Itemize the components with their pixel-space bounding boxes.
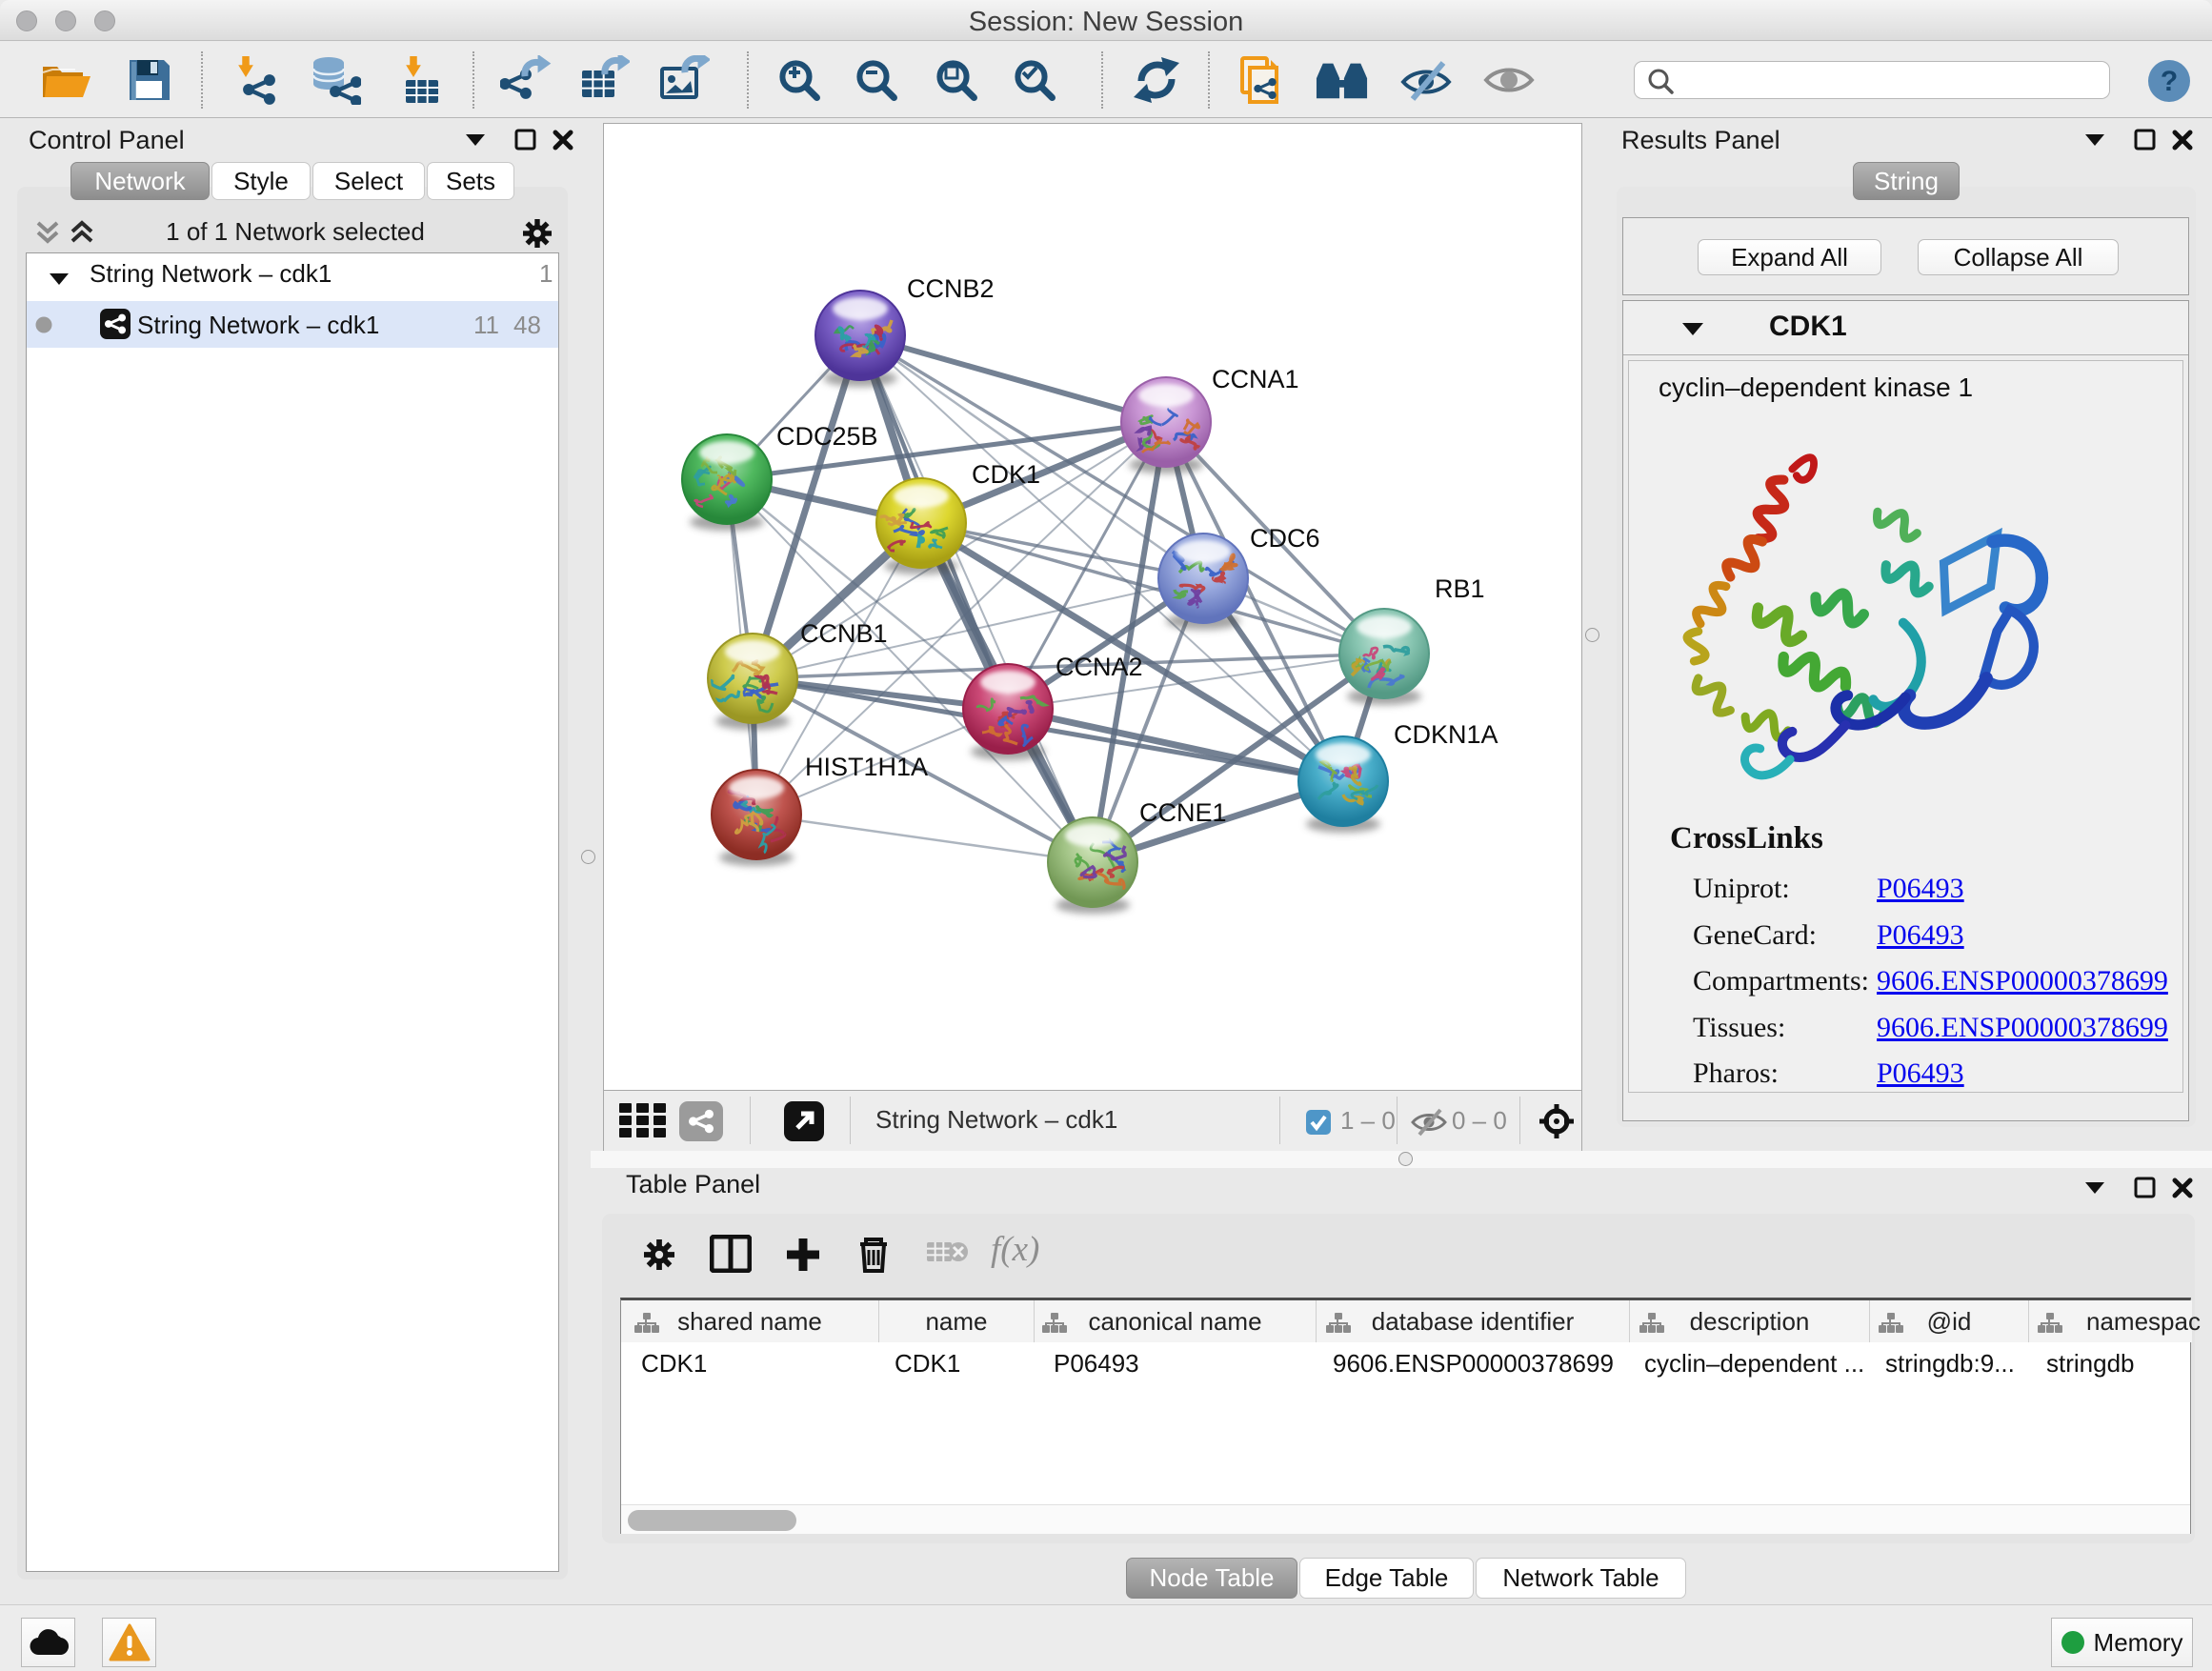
svg-text:CDKN1A: CDKN1A <box>1394 720 1498 749</box>
svg-text:CDC25B: CDC25B <box>776 422 878 451</box>
svg-text:HIST1H1A: HIST1H1A <box>805 753 928 781</box>
svg-text:CCNA1: CCNA1 <box>1212 365 1299 393</box>
svg-text:CDK1: CDK1 <box>972 460 1040 489</box>
svg-text:RB1: RB1 <box>1435 574 1485 603</box>
svg-text:?: ? <box>2161 66 2178 97</box>
svg-text:CCNB2: CCNB2 <box>907 274 995 303</box>
svg-text:CDC6: CDC6 <box>1250 524 1320 553</box>
svg-text:CCNB1: CCNB1 <box>800 619 888 648</box>
svg-text:CCNE1: CCNE1 <box>1139 798 1227 827</box>
svg-text:CCNA2: CCNA2 <box>1056 653 1143 681</box>
